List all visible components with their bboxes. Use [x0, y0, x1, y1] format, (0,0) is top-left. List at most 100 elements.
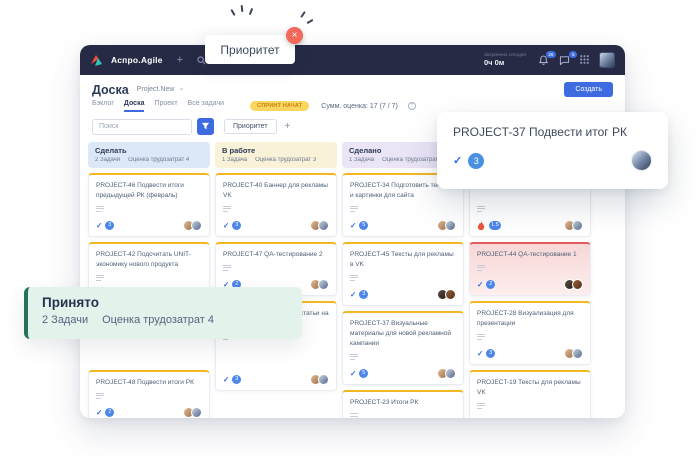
assignee-avatars: [183, 407, 202, 418]
project-select[interactable]: Project.New ⌄: [137, 86, 185, 93]
search-input[interactable]: [92, 119, 192, 135]
column-effort: Оценка трудозатрат 4: [128, 157, 189, 163]
estimate-badge: 3: [232, 375, 241, 384]
assignee-avatars: [564, 220, 583, 231]
task-footer: ✓3: [223, 367, 329, 385]
create-button[interactable]: Создать: [564, 82, 613, 97]
task-card[interactable]: PROJECT-40 Баннер для рекламы VK✓3: [215, 173, 337, 237]
task-footer: ✓3: [350, 282, 456, 300]
task-footer: ✓3: [96, 213, 202, 231]
description-icon: [96, 204, 202, 213]
check-icon: ✓: [350, 291, 356, 299]
brand-logo-icon: [90, 54, 103, 67]
task-footer: ✓3: [223, 213, 329, 231]
task-title: PROJECT-37 Визуальные материалы для ново…: [350, 319, 456, 349]
task-title: PROJECT-48 Подвести итоги РК: [96, 378, 202, 388]
column-effort: Оценка трудозатрат 3: [255, 157, 316, 163]
avatar: [572, 279, 583, 290]
user-avatar[interactable]: [599, 52, 615, 68]
avatar: [445, 368, 456, 379]
task-footer: ✓5: [350, 361, 456, 379]
task-footer: ✓2: [96, 400, 202, 418]
filter-button[interactable]: [197, 118, 214, 135]
accepted-column-overlay: Принято 2 Задачи Оценка трудозатрат 4: [24, 287, 302, 339]
column-meta: 1 ЗадачаОценка трудозатрат 3: [222, 157, 330, 163]
fire-icon: [477, 221, 485, 231]
decor-dash: [249, 8, 253, 15]
assignee-avatars: [564, 417, 583, 418]
task-card[interactable]: PROJECT-37 Визуальные материалы для ново…: [342, 311, 464, 385]
close-button[interactable]: ×: [286, 27, 303, 44]
check-icon: ✓: [350, 370, 356, 378]
assignee-avatars: [437, 368, 456, 379]
decor-dash: [230, 9, 235, 16]
avatar: [191, 407, 202, 418]
apps-grid-button[interactable]: [580, 51, 589, 69]
accepted-title: Принято: [42, 295, 288, 310]
project-select-value: Project.New: [137, 86, 175, 93]
task-card[interactable]: PROJECT-23 Итоги РК✓5: [342, 390, 464, 418]
notifications-button[interactable]: 26: [538, 55, 549, 66]
add-icon[interactable]: +: [177, 55, 183, 66]
description-icon: [477, 332, 583, 341]
assignee-avatars: [310, 374, 329, 385]
task-preview-title: PROJECT-37 Подвести итог РК: [453, 125, 652, 139]
tab-project[interactable]: Проект: [154, 100, 177, 112]
time-tracked-value: 0ч 0м: [484, 58, 526, 67]
estimate-badge: 3: [468, 153, 484, 169]
column-header[interactable]: В работе 1 ЗадачаОценка трудозатрат 3: [215, 142, 337, 168]
description-icon: [223, 204, 329, 213]
avatar: [445, 289, 456, 300]
check-icon: ✓: [223, 222, 229, 230]
add-filter-button[interactable]: +: [285, 122, 291, 132]
estimate-badge: 5: [359, 221, 368, 230]
task-card[interactable]: PROJECT-19 Тексты для рекламы VK✓5: [469, 370, 591, 418]
task-title: PROJECT-23 Итоги РК: [350, 398, 456, 408]
messages-button[interactable]: 5: [559, 55, 570, 66]
avatar: [318, 220, 329, 231]
task-title: PROJECT-45 Тексты для рекламы в VK: [350, 250, 456, 270]
assignee-avatars: [310, 279, 329, 290]
priority-filter-chip[interactable]: Приоритет: [224, 119, 277, 134]
task-card[interactable]: PROJECT-44 QA-тестирование 1✓2: [469, 242, 591, 296]
avatar: [318, 279, 329, 290]
page-title: Доска: [92, 83, 129, 97]
accepted-meta: 2 Задачи Оценка трудозатрат 4: [42, 314, 288, 326]
tab-board[interactable]: Доска: [124, 100, 145, 112]
column-cards: PROJECT-34 Подготовить тексты и картинки…: [342, 173, 464, 418]
task-card[interactable]: PROJECT-48 Подвести итоги РК ✓2: [88, 370, 210, 418]
chat-icon: [559, 55, 570, 66]
column-title: В работе: [222, 146, 330, 155]
task-preview-card[interactable]: PROJECT-37 Подвести итог РК ✓ 3: [437, 112, 668, 189]
check-icon: ✓: [477, 350, 483, 358]
time-tracked: Затрачено сегодня 0ч 0м: [484, 53, 526, 68]
check-icon: ✓: [453, 154, 462, 167]
board-column-1: Сделать 2 Задачи Оценка трудозатрат 4 PROJE…: [88, 142, 210, 418]
task-title: PROJECT-46 Подвести итоги предыдущей РК …: [96, 181, 202, 201]
avatar: [572, 220, 583, 231]
column-title: Сделать: [95, 146, 203, 155]
info-icon[interactable]: ?: [408, 102, 416, 110]
task-card[interactable]: PROJECT-28 Визуализация для презентации✓…: [469, 301, 591, 365]
column-cards: 1.5PROJECT-44 QA-тестирование 1✓2PROJECT…: [469, 173, 591, 418]
description-icon: [350, 273, 456, 282]
task-title: PROJECT-44 QA-тестирование 1: [477, 250, 583, 260]
priority-tooltip-label: Приоритет: [220, 43, 279, 57]
task-card[interactable]: PROJECT-46 Подвести итоги предыдущей РК …: [88, 173, 210, 237]
board-column-2: В работе 1 ЗадачаОценка трудозатрат 3 PROJ…: [215, 142, 337, 391]
tab-all-tasks[interactable]: Все задачи: [188, 100, 225, 112]
column-cards: PROJECT-40 Баннер для рекламы VK✓3PROJEC…: [215, 173, 337, 391]
decor-dash: [241, 5, 244, 12]
assignee-avatars: [183, 220, 202, 231]
column-task-count: 2 Задачи: [95, 157, 120, 163]
sprint-status-badge: СПРИНТ НАЧАТ: [250, 101, 309, 111]
close-icon: ×: [292, 30, 298, 41]
description-icon: [477, 204, 583, 213]
description-icon: [96, 273, 202, 282]
tab-backlog[interactable]: Бэклог: [92, 100, 114, 112]
task-card[interactable]: PROJECT-45 Тексты для рекламы в VK ✓3: [342, 242, 464, 306]
app-topbar: Аспро.Agile + Спринт Затрачено сегодня 0…: [80, 45, 625, 75]
column-task-count: 1 Задача: [349, 157, 374, 163]
column-header[interactable]: Сделать 2 Задачи Оценка трудозатрат 4: [88, 142, 210, 168]
task-footer: ✓3: [477, 341, 583, 359]
